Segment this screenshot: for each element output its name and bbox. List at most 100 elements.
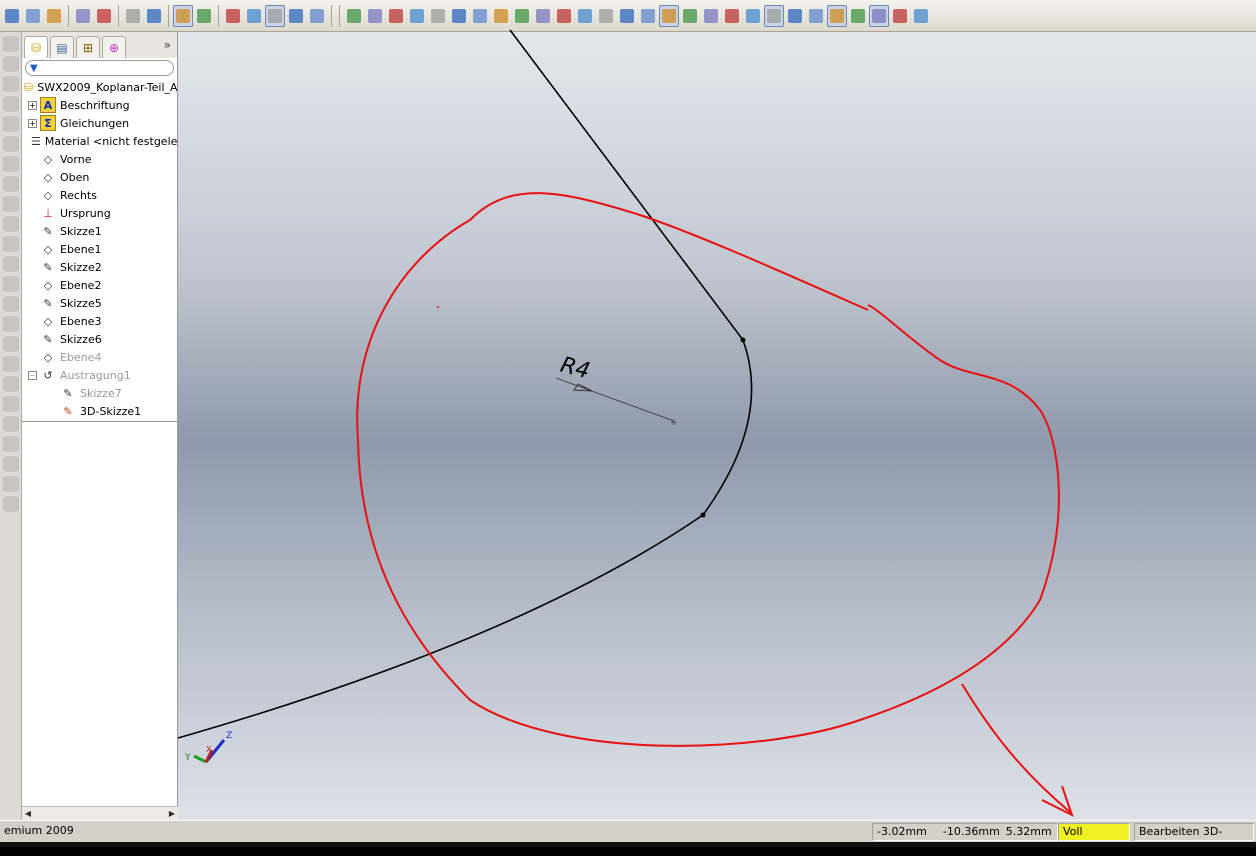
view-dims-button[interactable] xyxy=(869,4,889,27)
tree-node[interactable]: ⛁ SWX2009_Koplanar-Teil_AK xyxy=(22,78,177,96)
view-3d-sketch-button[interactable] xyxy=(848,5,868,27)
dimxpert-tab[interactable]: ⊕ xyxy=(102,36,126,58)
command-icon[interactable] xyxy=(3,216,19,232)
view-normal-button[interactable] xyxy=(533,5,553,27)
shaded-button[interactable] xyxy=(680,5,700,27)
command-icon[interactable] xyxy=(3,356,19,372)
command-icon[interactable] xyxy=(3,436,19,452)
command-icon[interactable] xyxy=(3,376,19,392)
view-points-button[interactable] xyxy=(911,5,931,27)
properties-button[interactable] xyxy=(23,5,43,27)
help-icon xyxy=(247,8,261,23)
realview-button[interactable] xyxy=(722,5,742,27)
edit-mode-status[interactable]: Bearbeiten 3D-Skizze1 xyxy=(1134,823,1254,854)
view-zoom-button[interactable] xyxy=(554,5,574,27)
view-back-button[interactable] xyxy=(407,5,427,27)
tree-node[interactable]: ◇ Ebene1 xyxy=(22,240,177,258)
print-button[interactable] xyxy=(73,5,93,27)
hidden-lines-removed-button[interactable] xyxy=(638,5,658,27)
view-sketches-button[interactable] xyxy=(827,4,847,27)
view-top-button[interactable] xyxy=(470,5,490,27)
view-right-button[interactable] xyxy=(449,5,469,27)
command-icon[interactable] xyxy=(3,76,19,92)
view-relations-button[interactable] xyxy=(890,5,910,27)
command-icon[interactable] xyxy=(3,396,19,412)
command-icon[interactable] xyxy=(3,496,19,512)
view-left-button[interactable] xyxy=(428,5,448,27)
hidden-lines-visible-button[interactable] xyxy=(617,5,637,27)
command-icon[interactable] xyxy=(3,36,19,52)
view-front-button[interactable] xyxy=(386,5,406,27)
tree-node[interactable]: ◇ Oben xyxy=(22,168,177,186)
tree-node[interactable]: ✎ Skizze2 xyxy=(22,258,177,276)
tree-node[interactable]: ◇ Ebene2 xyxy=(22,276,177,294)
tree-node[interactable]: ◇ Ebene4 xyxy=(22,348,177,366)
command-icon[interactable] xyxy=(3,336,19,352)
tree-node[interactable]: ⊥ Ursprung xyxy=(22,204,177,222)
redo-button[interactable] xyxy=(144,5,164,27)
command-icon[interactable] xyxy=(3,416,19,432)
options-button[interactable] xyxy=(44,5,64,27)
help-button[interactable] xyxy=(244,5,264,27)
tree-node[interactable]: − ↺ Austragung1 xyxy=(22,366,177,384)
command-icon[interactable] xyxy=(3,256,19,272)
command-icon[interactable] xyxy=(3,476,19,492)
tree-node[interactable]: ✎ 3D-Skizze1 xyxy=(22,402,177,420)
configuration-manager-tab[interactable]: ⊞ xyxy=(76,36,100,58)
tree-node[interactable]: ◇ Vorne xyxy=(22,150,177,168)
shadows-button[interactable] xyxy=(701,5,721,27)
tree-node[interactable]: + Σ Gleichungen xyxy=(22,114,177,132)
tree-node[interactable]: ✎ Skizze1 xyxy=(22,222,177,240)
checklist-button[interactable] xyxy=(223,5,243,27)
select-button[interactable] xyxy=(173,4,193,27)
command-icon[interactable] xyxy=(3,456,19,472)
section-view-button[interactable] xyxy=(575,5,595,27)
command-icon[interactable] xyxy=(3,196,19,212)
tree-node[interactable]: ✎ Skizze5 xyxy=(22,294,177,312)
expand-toggle[interactable]: + xyxy=(28,118,37,128)
sketch-button[interactable] xyxy=(265,4,285,27)
tree-node[interactable]: ✎ Skizze7 xyxy=(22,384,177,402)
tree-node[interactable]: ◇ Ebene3 xyxy=(22,312,177,330)
command-icon[interactable] xyxy=(3,116,19,132)
tree-node[interactable]: ☰Material <nicht festgelegt> xyxy=(22,132,177,150)
command-icon[interactable] xyxy=(3,236,19,252)
smart-dimension-button[interactable] xyxy=(286,5,306,27)
scroll-left-arrow[interactable]: ◀ xyxy=(22,808,34,820)
view-origins-button[interactable] xyxy=(806,5,826,27)
property-manager-tab[interactable]: ▤ xyxy=(50,36,74,58)
traffic-light-button[interactable] xyxy=(194,5,214,27)
undo-button[interactable] xyxy=(123,5,143,27)
command-icon[interactable] xyxy=(3,56,19,72)
tree-filter-input[interactable]: ▼ xyxy=(25,60,174,76)
graphics-area[interactable] xyxy=(178,32,1256,820)
wireframe-button[interactable] xyxy=(596,5,616,27)
expand-toggle[interactable]: − xyxy=(28,370,37,380)
tree-node[interactable]: + A Beschriftung xyxy=(22,96,177,114)
curvature-button[interactable] xyxy=(743,5,763,27)
feature-manager-tab[interactable]: ⛁ xyxy=(24,36,48,58)
command-icon[interactable] xyxy=(3,176,19,192)
print-preview-button[interactable] xyxy=(94,5,114,27)
view-axes-button[interactable] xyxy=(785,5,805,27)
view-bottom-button[interactable] xyxy=(491,5,511,27)
exit-sketch-button[interactable] xyxy=(307,5,327,27)
save-button[interactable] xyxy=(2,5,22,27)
horizontal-scrollbar[interactable]: ◀ ▶ xyxy=(22,806,178,820)
command-icon[interactable] xyxy=(3,316,19,332)
shaded-edges-button[interactable] xyxy=(659,4,679,27)
command-icon[interactable] xyxy=(3,296,19,312)
more-tabs-button[interactable]: » xyxy=(164,38,171,52)
command-icon[interactable] xyxy=(3,276,19,292)
expand-toggle[interactable]: + xyxy=(28,100,37,110)
scroll-right-arrow[interactable]: ▶ xyxy=(166,808,178,820)
appearance-button[interactable] xyxy=(344,5,364,27)
view-planes-button[interactable] xyxy=(764,4,784,27)
tree-node[interactable]: ◇ Rechts xyxy=(22,186,177,204)
command-icon[interactable] xyxy=(3,136,19,152)
command-icon[interactable] xyxy=(3,96,19,112)
tree-node[interactable]: ✎ Skizze6 xyxy=(22,330,177,348)
command-icon[interactable] xyxy=(3,156,19,172)
color-button[interactable] xyxy=(365,5,385,27)
view-iso-button[interactable] xyxy=(512,5,532,27)
